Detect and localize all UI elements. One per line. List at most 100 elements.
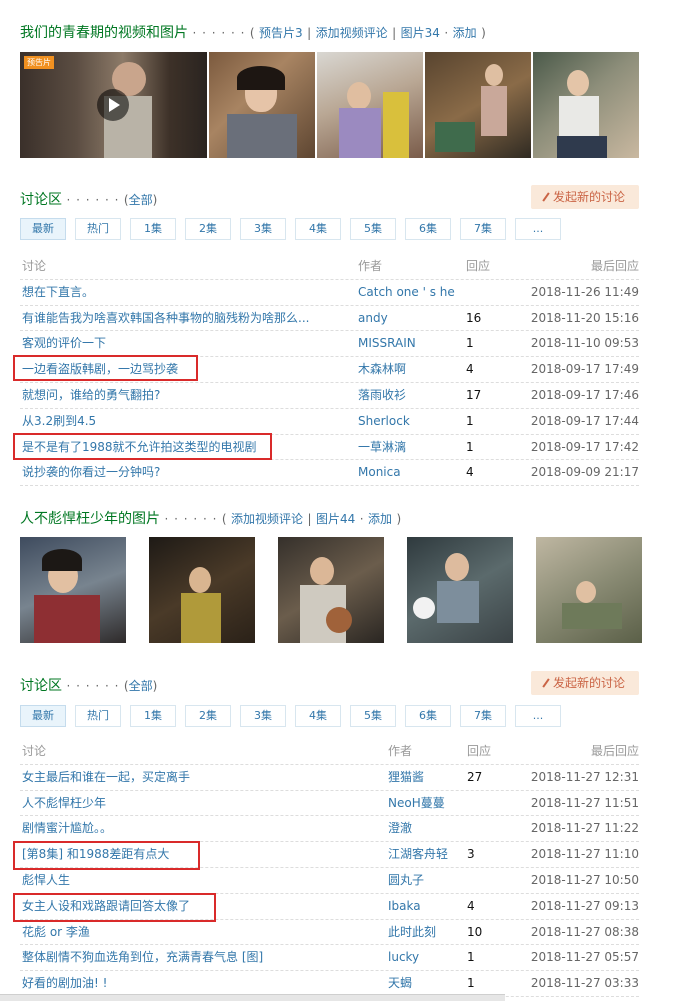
still-thumbnail[interactable] (425, 52, 531, 158)
still-thumbnail[interactable] (278, 537, 384, 643)
tab-ep1[interactable]: 1集 (130, 705, 176, 727)
col-author: 作者 (388, 744, 413, 758)
still-thumbnail[interactable] (317, 52, 423, 158)
table-row: 从3.2刷到4.5 Sherlock 1 2018-09-17 17:44 (20, 409, 639, 435)
author-link[interactable]: 一草淋漓 (358, 435, 406, 460)
pencil-icon (542, 678, 550, 688)
author-link[interactable]: Ibaka (388, 894, 421, 919)
author-link[interactable]: andy (358, 306, 388, 331)
separator: | (307, 512, 312, 526)
tab-ep2[interactable]: 2集 (185, 705, 231, 727)
author-link[interactable]: 天蝎 (388, 971, 412, 996)
author-link[interactable]: lucky (388, 945, 419, 970)
tab-ep5[interactable]: 5集 (350, 705, 396, 727)
tab-ep6[interactable]: 6集 (405, 705, 451, 727)
highlight-box (13, 841, 200, 870)
title-dots: · · · · · · (164, 512, 218, 526)
author-link[interactable]: NeoH蔓蔓 (388, 791, 445, 816)
still-thumbnail[interactable] (149, 537, 255, 643)
still-thumbnail[interactable] (533, 52, 639, 158)
last-reply-time: 2018-11-27 09:13 (530, 898, 639, 913)
last-reply-time: 2018-09-09 21:17 (530, 465, 639, 480)
still-thumbnail[interactable] (20, 537, 126, 643)
topic-link[interactable]: 彪悍人生 (22, 868, 70, 893)
still-thumbnail[interactable] (209, 52, 315, 158)
last-reply-time: 2018-09-17 17:46 (530, 387, 639, 402)
tab-more[interactable]: ... (515, 218, 561, 240)
author-link[interactable]: 圆丸子 (388, 868, 424, 893)
author-link[interactable]: Catch one ' s he (358, 280, 455, 305)
last-reply-time: 2018-09-17 17:49 (530, 362, 639, 377)
paren-open: ( (221, 512, 227, 526)
table-row: 女主最后和谁在一起，买定离手 狸猫酱 27 2018-11-27 12:31 (20, 765, 639, 791)
topic-link[interactable]: 人不彪悍枉少年 (22, 791, 106, 816)
last-reply-time: 2018-11-27 11:22 (530, 821, 639, 836)
forum1-heading: 讨论区 (20, 192, 62, 208)
add-picture-link[interactable]: 添加 (453, 26, 477, 40)
tab-ep3[interactable]: 3集 (240, 705, 286, 727)
topic-link[interactable]: 想在下直言。 (22, 280, 94, 305)
tab-more[interactable]: ... (515, 705, 561, 727)
topic-link[interactable]: 整体剧情不狗血选角到位，充满青春气息 [图] (22, 945, 263, 970)
author-link[interactable]: Sherlock (358, 409, 410, 434)
tab-latest[interactable]: 最新 (20, 218, 66, 240)
topic-link[interactable]: 客观的评价一下 (22, 331, 106, 356)
topic-link[interactable]: 就想问，谁给的勇气翻拍? (22, 383, 160, 408)
tab-ep1[interactable]: 1集 (130, 218, 176, 240)
forum2-all-link[interactable]: 全部 (129, 679, 153, 693)
col-replies: 回应 (466, 259, 491, 273)
separator: | (392, 26, 397, 40)
tab-latest[interactable]: 最新 (20, 705, 66, 727)
still-thumbnail[interactable] (536, 537, 642, 643)
tab-ep7[interactable]: 7集 (460, 218, 506, 240)
topic-link[interactable]: 说抄袭的你看过一分钟吗? (22, 460, 160, 485)
topic-link[interactable]: 好看的剧加油! ! (22, 971, 107, 996)
pictures-link[interactable]: 图片34 (401, 26, 440, 40)
pictures-link[interactable]: 图片44 (316, 512, 355, 526)
topic-link[interactable]: 花彪 or 李渔 (22, 920, 90, 945)
reply-count: 1 (466, 413, 474, 428)
tab-ep4[interactable]: 4集 (295, 705, 341, 727)
tab-ep4[interactable]: 4集 (295, 218, 341, 240)
author-link[interactable]: 澄澈 (388, 816, 412, 841)
tab-ep2[interactable]: 2集 (185, 218, 231, 240)
author-link[interactable]: Monica (358, 460, 401, 485)
table-row: 想在下直言。 Catch one ' s he 2018-11-26 11:49 (20, 280, 639, 306)
tab-ep5[interactable]: 5集 (350, 218, 396, 240)
author-link[interactable]: 木森林啊 (358, 357, 406, 382)
last-reply-time: 2018-11-27 05:57 (530, 950, 639, 965)
tab-ep7[interactable]: 7集 (460, 705, 506, 727)
video-thumbnails: 预告片 (20, 52, 639, 158)
forum2-new-topic-button[interactable]: 发起新的讨论 (531, 671, 639, 695)
tab-ep3[interactable]: 3集 (240, 218, 286, 240)
topic-link[interactable]: 女主最后和谁在一起，买定离手 (22, 765, 190, 790)
trailer-link[interactable]: 预告片3 (259, 26, 303, 40)
forum1-new-topic-button[interactable]: 发起新的讨论 (531, 185, 639, 209)
add-picture-link[interactable]: 添加 (368, 512, 392, 526)
add-video-review-link[interactable]: 添加视频评论 (231, 512, 303, 526)
topic-link[interactable]: 有谁能告我为啥喜欢韩国各种事物的脑残粉为啥那么... (22, 306, 309, 331)
play-icon[interactable] (97, 89, 129, 121)
author-link[interactable]: MISSRAIN (358, 331, 416, 356)
author-link[interactable]: 此时此刻 (388, 920, 436, 945)
topic-link[interactable]: 从3.2刷到4.5 (22, 409, 96, 434)
reply-count: 4 (466, 465, 474, 480)
author-link[interactable]: 落雨收衫 (358, 383, 406, 408)
reply-count: 10 (467, 924, 483, 939)
topic-link[interactable]: 剧情蜜汁尴尬。。 (22, 816, 112, 841)
add-video-review-link[interactable]: 添加视频评论 (316, 26, 388, 40)
tab-ep6[interactable]: 6集 (405, 218, 451, 240)
forum2-heading: 讨论区 (20, 678, 62, 694)
author-link[interactable]: 江湖客舟轻 (388, 842, 448, 867)
author-link[interactable]: 狸猫酱 (388, 765, 424, 790)
still-thumbnail[interactable] (407, 537, 513, 643)
table-row: 剧情蜜汁尴尬。。 澄澈 2018-11-27 11:22 (20, 816, 639, 843)
tab-hot[interactable]: 热门 (75, 705, 121, 727)
last-reply-time: 2018-11-20 15:16 (530, 310, 639, 325)
col-topic: 讨论 (22, 259, 47, 273)
forum1-all-link[interactable]: 全部 (129, 193, 153, 207)
tab-hot[interactable]: 热门 (75, 218, 121, 240)
paren-close: ) (152, 193, 158, 207)
trailer-thumbnail[interactable]: 预告片 (20, 52, 207, 158)
table-row: 就想问，谁给的勇气翻拍? 落雨收衫 17 2018-09-17 17:46 (20, 383, 639, 409)
